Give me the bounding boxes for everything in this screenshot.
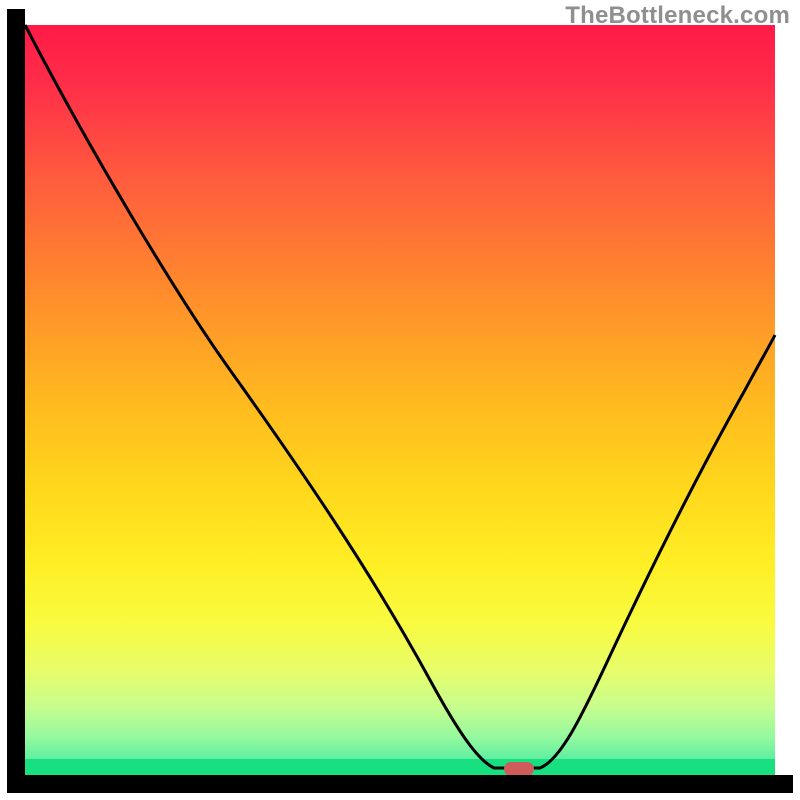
y-axis — [7, 9, 25, 791]
optimum-marker — [504, 762, 534, 776]
gradient-background — [25, 25, 775, 775]
x-axis — [7, 775, 793, 793]
bottleneck-chart — [0, 0, 800, 800]
green-band — [25, 759, 775, 775]
plot-area — [25, 25, 775, 776]
chart-container: TheBottleneck.com — [0, 0, 800, 800]
